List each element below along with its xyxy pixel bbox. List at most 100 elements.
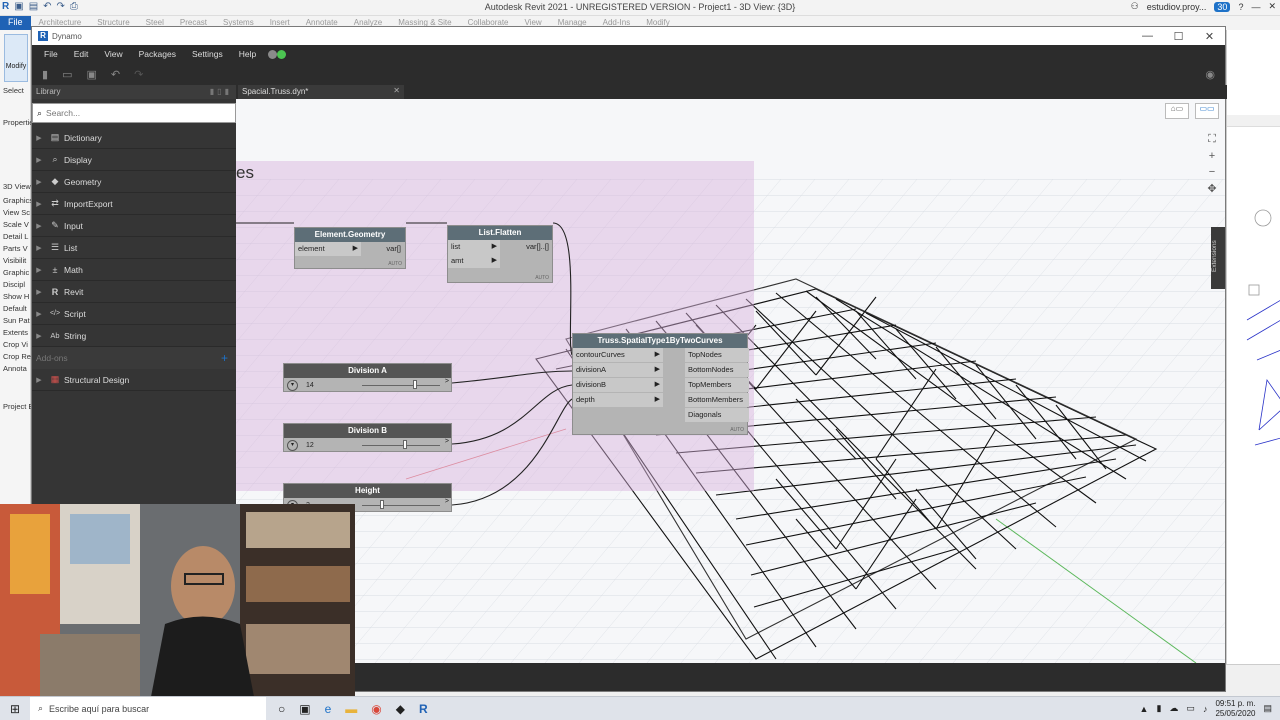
minimize-icon[interactable]: — <box>1251 2 1260 12</box>
expand-caret-icon[interactable]: ▶ <box>32 200 46 208</box>
modify-button[interactable]: Modify <box>4 34 28 82</box>
maximize-icon[interactable]: ☐ <box>1163 30 1194 43</box>
library-item-input[interactable]: ▶ ✎ Input <box>32 215 236 237</box>
library-item-string[interactable]: ▶ Ab String <box>32 325 236 347</box>
slider-value[interactable]: 14 <box>306 382 346 389</box>
new-icon[interactable]: ▮ <box>42 68 48 81</box>
graph-canvas[interactable]: es Element.Geometry element ▶ var[] AUTO… <box>236 99 1225 663</box>
edge-browser-icon[interactable]: e <box>325 702 332 716</box>
taskbar-clock[interactable]: 09:51 p. m. 25/05/2020 <box>1215 699 1255 719</box>
revit-taskbar-icon[interactable]: R <box>419 702 428 716</box>
library-search[interactable]: ⌕ <box>32 103 236 123</box>
lacing-indicator[interactable]: AUTO <box>535 275 549 281</box>
library-item-dictionary[interactable]: ▶ ▤ Dictionary <box>32 127 236 149</box>
help-icon[interactable]: ? <box>1238 2 1243 12</box>
camera-icon[interactable]: ◉ <box>1205 68 1215 81</box>
windows-start-icon[interactable]: ⊞ <box>0 702 30 716</box>
output-port-arrow-icon[interactable]: > <box>445 378 449 385</box>
chrome-icon[interactable]: ◉ <box>371 702 381 716</box>
input-port[interactable]: list ▶ <box>448 240 500 254</box>
save-icon[interactable]: ▣ <box>86 68 96 81</box>
library-item-display[interactable]: ▶ ⌕ Display <box>32 149 236 171</box>
output-port[interactable]: Diagonals <box>685 408 749 422</box>
microphone-icon[interactable]: ▮ <box>1156 703 1161 714</box>
slider-division-a[interactable]: Division A ▾ 14 > <box>283 363 452 392</box>
user-icon[interactable]: ⚇ <box>1131 1 1139 12</box>
library-item-structural-design[interactable]: ▶ ▦ Structural Design <box>32 369 236 391</box>
network-icon[interactable]: ▭ <box>1186 703 1195 714</box>
close-icon[interactable]: ✕ <box>1268 1 1276 12</box>
lacing-indicator[interactable]: AUTO <box>730 427 744 433</box>
library-item-importexport[interactable]: ▶ ⇄ ImportExport <box>32 193 236 215</box>
library-item-revit[interactable]: ▶ R Revit <box>32 281 236 303</box>
chevron-down-icon[interactable]: ▾ <box>287 439 298 451</box>
node-truss-spatial[interactable]: Truss.SpatialType1ByTwoCurves contourCur… <box>572 333 749 435</box>
select-label[interactable]: Select <box>3 86 24 95</box>
expand-caret-icon[interactable]: ▶ <box>32 266 46 274</box>
input-port[interactable]: divisionB ▶ <box>573 378 663 392</box>
expand-caret-icon[interactable]: ▶ <box>32 178 46 186</box>
addons-header[interactable]: Add-ons + <box>32 347 236 369</box>
output-port[interactable]: BottomMembers <box>685 393 749 407</box>
expand-caret-icon[interactable]: ▶ <box>32 134 46 142</box>
open-icon[interactable]: ▭ <box>62 68 72 81</box>
chevron-down-icon[interactable]: ▾ <box>287 379 298 391</box>
output-port[interactable]: var[] <box>386 244 401 253</box>
zoom-out-icon[interactable]: − <box>1205 166 1219 178</box>
expand-caret-icon[interactable]: ▶ <box>32 288 46 296</box>
input-port[interactable]: divisionA ▶ <box>573 363 663 377</box>
slider-thumb[interactable] <box>413 380 418 389</box>
close-tab-icon[interactable]: ✕ <box>393 86 400 95</box>
run-status-indicator[interactable] <box>268 49 287 59</box>
library-item-math[interactable]: ▶ ± Math <box>32 259 236 281</box>
library-item-script[interactable]: ▶ </> Script <box>32 303 236 325</box>
file-tab[interactable]: File <box>0 16 31 30</box>
library-item-geometry[interactable]: ▶ ◆ Geometry <box>32 171 236 193</box>
node-element-geometry[interactable]: Element.Geometry element ▶ var[] AUTO <box>294 227 406 269</box>
slider-track[interactable] <box>362 385 440 386</box>
taskbar-search[interactable]: ⌕ Escribe aquí para buscar <box>30 696 266 720</box>
expand-caret-icon[interactable]: ▶ <box>32 332 46 340</box>
view-scrollbar[interactable] <box>1227 115 1280 127</box>
notification-badge[interactable]: 30 <box>1214 1 1231 12</box>
input-port[interactable]: contourCurves ▶ <box>573 348 663 362</box>
input-port[interactable]: element ▶ <box>295 242 361 256</box>
expand-caret-icon[interactable]: ▶ <box>32 310 46 318</box>
lacing-indicator[interactable]: AUTO <box>388 261 402 267</box>
user-name[interactable]: estudiov.proy... <box>1147 2 1207 12</box>
expand-caret-icon[interactable]: ▶ <box>32 376 46 384</box>
menu-view[interactable]: View <box>96 49 130 59</box>
multitask-icon[interactable]: ▣ <box>299 702 310 716</box>
input-port[interactable]: amt ▶ <box>448 254 500 268</box>
undo-icon[interactable]: ↶ <box>111 68 120 81</box>
notifications-icon[interactable]: ▤ <box>1263 703 1272 714</box>
zoom-in-icon[interactable]: + <box>1205 150 1219 162</box>
close-icon[interactable]: ✕ <box>1194 30 1225 43</box>
input-port[interactable]: depth ▶ <box>573 393 663 407</box>
expand-caret-icon[interactable]: ▶ <box>32 222 46 230</box>
menu-edit[interactable]: Edit <box>66 49 97 59</box>
volume-icon[interactable]: ♪ <box>1203 704 1208 714</box>
expand-caret-icon[interactable]: ▶ <box>32 244 46 252</box>
slider-thumb[interactable] <box>379 500 384 509</box>
chevron-up-icon[interactable]: ▲ <box>1140 704 1149 714</box>
fit-view-icon[interactable]: ⛶ <box>1205 133 1219 146</box>
menu-settings[interactable]: Settings <box>184 49 231 59</box>
output-port-arrow-icon[interactable]: > <box>445 498 449 505</box>
tab-spacial-truss[interactable]: Spacial.Truss.dyn* ✕ <box>238 85 404 99</box>
pan-icon[interactable]: ✥ <box>1205 182 1219 195</box>
cloud-icon[interactable]: ☁ <box>1169 703 1178 714</box>
redo-icon[interactable]: ↷ <box>134 68 143 81</box>
slider-track[interactable] <box>362 505 440 506</box>
extensions-tab[interactable]: Extensions <box>1211 227 1225 289</box>
library-item-list[interactable]: ▶ ☰ List <box>32 237 236 259</box>
output-port[interactable]: BottomNodes <box>685 363 749 377</box>
output-port-arrow-icon[interactable]: > <box>445 438 449 445</box>
node-list-flatten[interactable]: List.Flatten list ▶ amt ▶ var[]..[] AUTO <box>447 225 553 283</box>
library-controls[interactable]: ▮▯▮ <box>210 87 232 97</box>
unity-icon[interactable]: ◆ <box>396 702 405 716</box>
menu-file[interactable]: File <box>36 49 66 59</box>
expand-caret-icon[interactable]: ▶ <box>32 156 46 164</box>
add-icon[interactable]: + <box>221 351 228 365</box>
menu-packages[interactable]: Packages <box>131 49 184 59</box>
